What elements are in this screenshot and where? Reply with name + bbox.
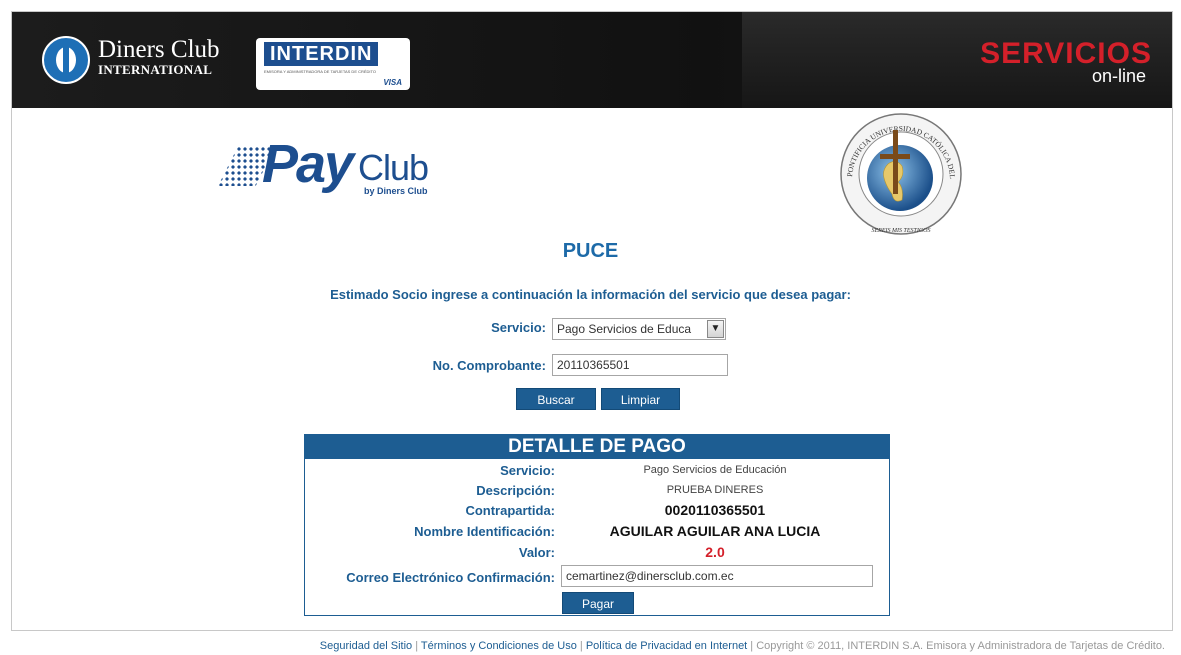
instruction-text: Estimado Socio ingrese a continuación la… bbox=[330, 287, 851, 302]
servicio-select[interactable]: Pago Servicios de Educa ▼ bbox=[552, 318, 726, 340]
detail-valor-value: 2.0 bbox=[705, 544, 725, 560]
payclub-by-text: by Diners Club bbox=[364, 186, 428, 196]
interdin-logo-text: INTERDIN bbox=[264, 42, 379, 66]
servicio-label: Servicio: bbox=[491, 320, 546, 335]
seal-motto: SEREIS MIS TESTIGOS bbox=[872, 228, 931, 234]
footer-separator: | bbox=[412, 640, 421, 652]
detail-servicio-value: Pago Servicios de Educación bbox=[643, 464, 787, 476]
detail-contrapartida-value: 0020110365501 bbox=[664, 502, 766, 518]
detail-valor-label: Valor: bbox=[518, 545, 555, 560]
footer-separator: | bbox=[747, 640, 757, 652]
detail-nombre-label: Nombre Identificación: bbox=[414, 524, 555, 539]
footer-link-seguridad[interactable]: Seguridad del Sitio bbox=[320, 640, 412, 652]
diners-logo-text: Diners Club bbox=[98, 36, 220, 63]
detalle-pago-title: DETALLE DE PAGO bbox=[305, 435, 889, 459]
diners-logo-subtext: INTERNATIONAL bbox=[98, 62, 213, 77]
visa-logo-text: VISA bbox=[383, 78, 402, 87]
puce-seal-logo: PONTIFICIA UNIVERSIDAD CATÓLICA DEL ECUA… bbox=[834, 108, 962, 235]
payclub-club-text: Club bbox=[358, 147, 429, 188]
footer-link-terminos[interactable]: Términos y Condiciones de Uso bbox=[421, 640, 577, 652]
servicios-logo-text: SERVICIOS bbox=[980, 37, 1152, 70]
footer-link-privacidad[interactable]: Política de Privacidad en Internet bbox=[586, 640, 747, 652]
chevron-down-icon[interactable]: ▼ bbox=[707, 320, 724, 338]
detail-nombre-value: AGUILAR AGUILAR ANA LUCIA bbox=[609, 523, 821, 539]
detalle-pago-panel: DETALLE DE PAGO Servicio: Pago Servicios… bbox=[304, 434, 890, 616]
buscar-button[interactable]: Buscar bbox=[516, 388, 596, 410]
detail-servicio-label: Servicio: bbox=[500, 463, 555, 478]
page-title: PUCE bbox=[562, 240, 619, 262]
limpiar-button[interactable]: Limpiar bbox=[601, 388, 680, 410]
servicio-select-value: Pago Servicios de Educa bbox=[557, 322, 692, 336]
footer-separator: | bbox=[576, 640, 586, 652]
pagar-button[interactable]: Pagar bbox=[562, 592, 634, 614]
interdin-logo-subtext: EMISORA Y ADMINISTRADORA DE TARJETAS DE … bbox=[264, 69, 377, 74]
payclub-logo: Pay Club by Diners Club bbox=[218, 134, 438, 204]
interdin-logo: INTERDIN EMISORA Y ADMINISTRADORA DE TAR… bbox=[256, 38, 410, 90]
payclub-pay-text: Pay bbox=[262, 134, 354, 194]
email-input[interactable]: cemartinez@dinersclub.com.ec bbox=[561, 565, 873, 587]
detail-contrapartida-label: Contrapartida: bbox=[465, 503, 555, 518]
email-label: Correo Electrónico Confirmación: bbox=[346, 570, 555, 585]
header-banner: Diners Club INTERNATIONAL INTERDIN EMISO… bbox=[12, 12, 1172, 108]
footer: Seguridad del Sitio | Términos y Condici… bbox=[0, 640, 1165, 652]
footer-copyright: Copyright © 2011, INTERDIN S.A. Emisora … bbox=[756, 640, 1165, 652]
diners-circle-icon bbox=[42, 36, 90, 84]
detail-descripcion-value: PRUEBA DINERES bbox=[666, 484, 764, 496]
online-logo-text: on-line bbox=[1091, 66, 1146, 86]
detail-descripcion-label: Descripción: bbox=[476, 483, 555, 498]
comprobante-label: No. Comprobante: bbox=[432, 358, 546, 373]
comprobante-input[interactable]: 20110365501 bbox=[552, 354, 728, 376]
